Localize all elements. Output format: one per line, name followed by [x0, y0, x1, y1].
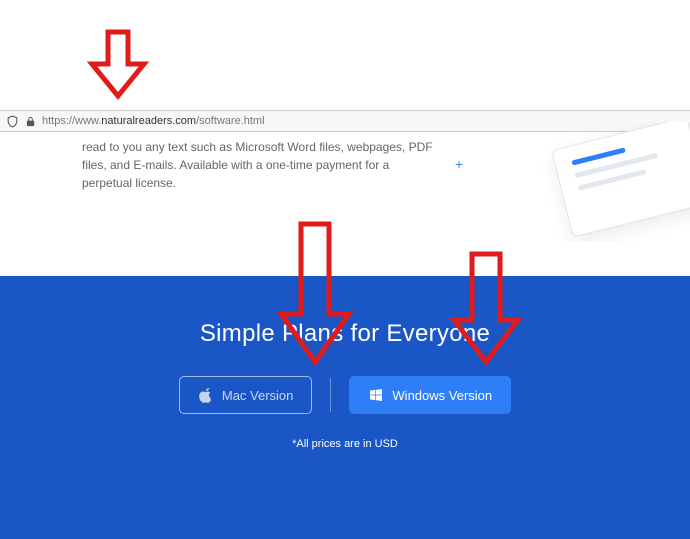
pricing-section: Simple Plans for Everyone Mac Version Wi…	[0, 276, 690, 539]
annotation-arrow-addressbar	[86, 28, 150, 100]
decoration-plus-icon: +	[455, 156, 463, 172]
windows-version-label: Windows Version	[392, 388, 492, 403]
windows-icon	[368, 387, 384, 403]
pricing-headline: Simple Plans for Everyone	[200, 320, 490, 348]
shield-icon	[6, 115, 19, 128]
apple-icon	[198, 387, 214, 403]
product-description: read to you any text such as Microsoft W…	[82, 138, 442, 192]
vertical-divider	[330, 378, 331, 412]
mac-version-button[interactable]: Mac Version	[179, 376, 313, 414]
mac-version-label: Mac Version	[222, 388, 294, 403]
pricing-footnote: *All prices are in USD	[292, 438, 398, 450]
version-buttons-row: Mac Version Windows Version	[179, 376, 511, 414]
url-text[interactable]: https://www.naturalreaders.com/software.…	[42, 115, 265, 127]
hero-illustration	[510, 122, 690, 242]
lock-icon	[25, 116, 36, 127]
windows-version-button[interactable]: Windows Version	[349, 376, 511, 414]
